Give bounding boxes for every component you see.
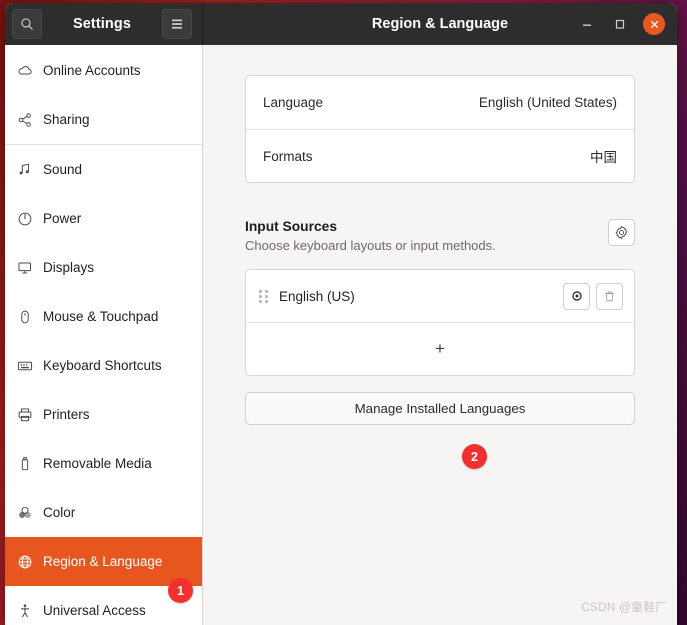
language-row[interactable]: Language English (United States) — [246, 76, 634, 129]
accessibility-icon — [14, 600, 36, 622]
window-controls — [577, 13, 665, 35]
plus-icon: + — [435, 339, 445, 358]
sidebar-item-keyboard-shortcuts[interactable]: Keyboard Shortcuts — [5, 341, 202, 390]
locale-card: Language English (United States) Formats… — [245, 75, 635, 183]
titlebar-sidebar-section: Settings — [5, 3, 203, 45]
sidebar-item-label: Online Accounts — [43, 63, 141, 78]
sidebar-item-label: Sound — [43, 162, 83, 177]
main-content: Language English (United States) Formats… — [203, 45, 677, 625]
globe-icon — [14, 551, 36, 573]
cloud-icon — [14, 60, 36, 82]
sidebar-item-sharing[interactable]: Sharing — [5, 95, 202, 144]
sidebar-item-color[interactable]: Color — [5, 488, 202, 537]
window-titlebar: Settings Region & Language — [5, 3, 677, 45]
sidebar-item-displays[interactable]: Displays — [5, 243, 202, 292]
annotation-badge-1: 1 — [168, 578, 193, 603]
input-source-remove-button[interactable] — [596, 282, 623, 310]
sidebar-item-power[interactable]: Power — [5, 194, 202, 243]
usb-drive-icon — [14, 453, 36, 475]
manage-installed-languages-button[interactable]: Manage Installed Languages — [245, 392, 635, 425]
sidebar-item-printers[interactable]: Printers — [5, 390, 202, 439]
manage-installed-languages-label: Manage Installed Languages — [354, 401, 526, 416]
sidebar-item-label: Displays — [43, 260, 95, 275]
sidebar-item-removable-media[interactable]: Removable Media — [5, 439, 202, 488]
language-value: English (United States) — [478, 95, 617, 110]
search-icon — [21, 18, 33, 30]
hamburger-menu-icon — [172, 19, 182, 29]
sidebar-item-mouse-touchpad[interactable]: Mouse & Touchpad — [5, 292, 202, 341]
color-icon — [14, 502, 36, 524]
input-sources-card: English (US) + — [245, 269, 635, 376]
sidebar-item-label: Keyboard Shortcuts — [43, 358, 162, 373]
formats-value: 中国 — [590, 150, 617, 165]
maximize-button[interactable] — [610, 14, 630, 34]
window-body: Online Accounts Sharing Sound Power Disp… — [5, 45, 677, 625]
add-input-source-button[interactable]: + — [246, 322, 634, 375]
sidebar-item-label: Region & Language — [43, 554, 163, 569]
input-source-preview-button[interactable] — [563, 282, 590, 310]
input-sources-header: Input Sources Choose keyboard layouts or… — [245, 219, 635, 253]
music-note-icon — [14, 159, 36, 181]
input-source-row[interactable]: English (US) — [246, 270, 634, 322]
mouse-icon — [14, 306, 36, 328]
trash-icon — [605, 291, 614, 301]
sidebar-item-label: Color — [43, 505, 76, 520]
sidebar-item-label: Printers — [43, 407, 90, 422]
preview-settings-icon — [571, 291, 582, 301]
sidebar-item-label: Power — [43, 211, 82, 226]
sidebar-item-sound[interactable]: Sound — [5, 145, 202, 194]
input-sources-subtitle: Choose keyboard layouts or input methods… — [245, 238, 496, 253]
titlebar-main-section: Region & Language — [203, 3, 677, 45]
language-label: Language — [263, 95, 324, 110]
keyboard-icon — [14, 355, 36, 377]
input-sources-settings-button[interactable] — [608, 219, 635, 246]
share-nodes-icon — [14, 109, 36, 131]
gear-icon — [615, 225, 628, 240]
printer-icon — [14, 404, 36, 426]
formats-row[interactable]: Formats 中国 — [246, 129, 634, 182]
sidebar-item-label: Sharing — [43, 112, 90, 127]
app-title: Settings — [73, 16, 131, 32]
minimize-button[interactable] — [577, 14, 597, 34]
search-button[interactable] — [12, 9, 42, 39]
minimize-icon — [583, 24, 591, 26]
input-sources-title: Input Sources — [245, 219, 337, 234]
close-button[interactable] — [643, 13, 665, 35]
settings-window: Settings Region & Language Online Accoun… — [5, 3, 677, 625]
power-icon — [14, 208, 36, 230]
sidebar-item-region-language[interactable]: Region & Language — [5, 537, 202, 586]
sidebar-item-label: Removable Media — [43, 456, 152, 471]
input-source-actions — [563, 282, 623, 310]
menu-button[interactable] — [162, 9, 192, 39]
close-icon — [650, 20, 658, 28]
formats-label: Formats — [263, 148, 313, 164]
monitor-icon — [14, 257, 36, 279]
sidebar-item-label: Universal Access — [43, 603, 146, 618]
maximize-icon — [615, 19, 625, 29]
sidebar-item-label: Mouse & Touchpad — [43, 309, 159, 324]
annotation-badge-2: 2 — [462, 444, 487, 469]
sidebar-item-online-accounts[interactable]: Online Accounts — [5, 46, 202, 95]
drag-handle-icon[interactable] — [259, 289, 268, 303]
input-source-name: English (US) — [279, 288, 355, 304]
watermark: CSDN @童鞋厂 — [581, 602, 667, 614]
settings-sidebar[interactable]: Online Accounts Sharing Sound Power Disp… — [5, 45, 203, 625]
